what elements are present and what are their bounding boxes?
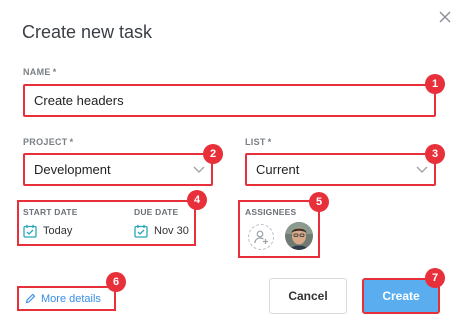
list-select-value: Current (256, 162, 300, 177)
assignee-avatar[interactable] (285, 222, 313, 250)
project-select-value: Development (34, 162, 111, 177)
chevron-down-icon (416, 166, 428, 173)
required-marker: * (69, 137, 74, 147)
due-date-value: Nov 30 (154, 225, 189, 237)
calendar-icon (134, 224, 148, 238)
callout-badge-3: 3 (425, 144, 445, 164)
more-details-link[interactable]: More details (17, 286, 116, 311)
more-details-label: More details (41, 292, 101, 305)
add-user-icon (254, 230, 268, 244)
callout-badge-4: 4 (187, 190, 207, 210)
required-marker: * (267, 137, 272, 147)
callout-badge-5: 5 (309, 192, 329, 212)
list-select[interactable]: Current (245, 153, 436, 186)
name-input[interactable]: Create headers (23, 84, 436, 117)
chevron-down-icon (193, 166, 205, 173)
start-date-value: Today (43, 225, 73, 237)
assignees-group: ASSIGNEES (238, 200, 320, 258)
project-label: PROJECT * (23, 137, 73, 147)
cancel-button[interactable]: Cancel (269, 278, 347, 314)
required-marker: * (52, 67, 57, 77)
callout-badge-6: 6 (106, 272, 126, 292)
user-photo (285, 222, 313, 250)
dialog-title: Create new task (22, 22, 153, 42)
create-task-dialog: Create new task NAME * Create headers 1 P… (0, 0, 463, 334)
start-date-picker[interactable]: Today (23, 224, 72, 238)
assignees-label: ASSIGNEES (245, 207, 297, 217)
start-date-label: START DATE (23, 207, 78, 217)
callout-badge-2: 2 (203, 144, 223, 164)
pencil-icon (25, 293, 36, 304)
add-assignee-button[interactable] (248, 224, 274, 250)
list-label: LIST * (245, 137, 272, 147)
name-label-text: NAME (23, 67, 51, 77)
project-select[interactable]: Development (23, 153, 213, 186)
due-date-label: DUE DATE (134, 207, 179, 217)
dates-group: START DATE Today DUE DATE Nov 30 (17, 200, 196, 246)
list-label-text: LIST (245, 137, 266, 147)
project-label-text: PROJECT (23, 137, 68, 147)
calendar-icon (23, 224, 37, 238)
due-date-picker[interactable]: Nov 30 (134, 224, 189, 238)
callout-badge-7: 7 (425, 268, 445, 288)
name-label: NAME * (23, 67, 57, 77)
callout-badge-1: 1 (425, 74, 445, 94)
close-icon[interactable] (438, 10, 452, 24)
name-input-value: Create headers (34, 93, 124, 108)
